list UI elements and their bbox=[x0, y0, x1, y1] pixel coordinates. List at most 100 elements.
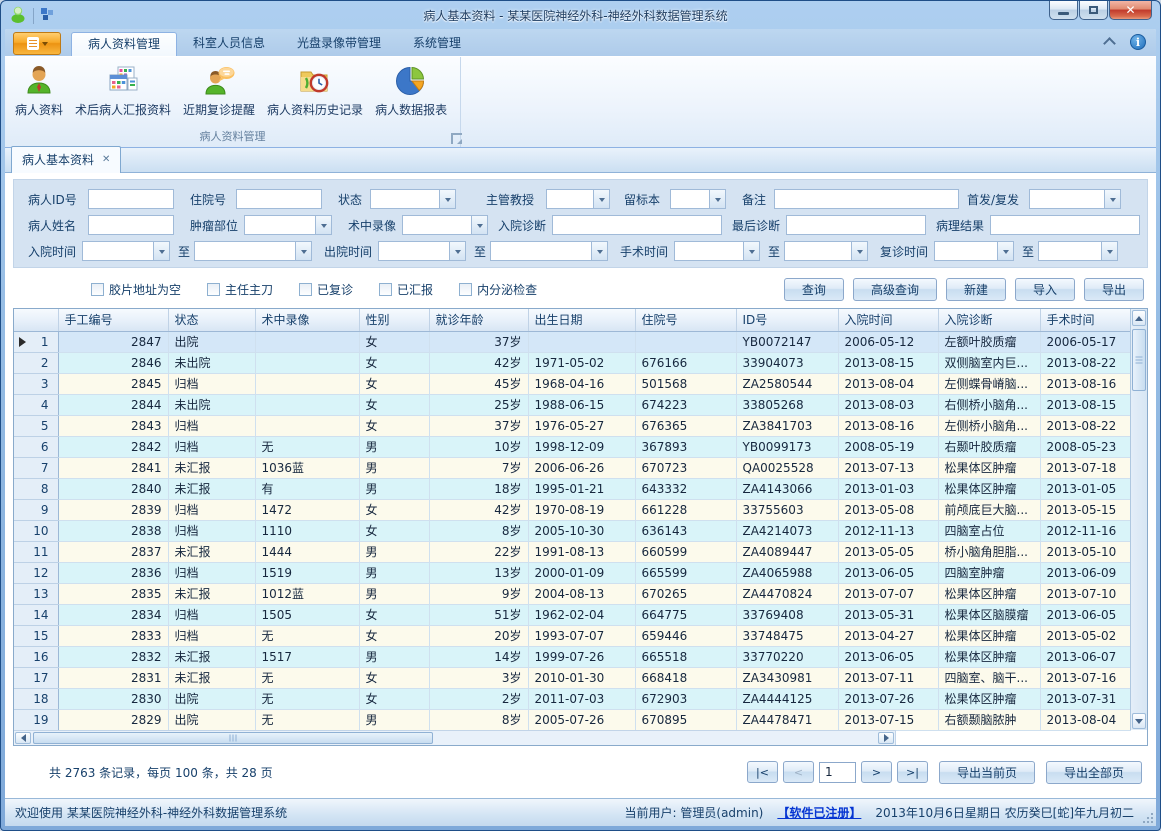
horizontal-scroll-thumb[interactable] bbox=[33, 732, 433, 744]
ribbon-button-patient-data[interactable]: 病人资料 bbox=[9, 60, 69, 120]
table-row[interactable]: 62842归档无男10岁1998-12-09367893YB0099173200… bbox=[14, 436, 1130, 457]
table-row[interactable]: 142834归档1505女51岁1962-02-0466477533769408… bbox=[14, 604, 1130, 625]
filter-input-patient-name[interactable] bbox=[88, 215, 174, 235]
table-row[interactable]: 92839归档1472女42岁1970-08-19661228337556032… bbox=[14, 499, 1130, 520]
dialog-launcher-icon[interactable] bbox=[451, 133, 462, 144]
table-row[interactable]: 192829出院无男8岁2005-07-26670895ZA4478471201… bbox=[14, 709, 1130, 730]
table-row[interactable]: 22846未出院女42岁1971-05-02676166339040732013… bbox=[14, 352, 1130, 373]
checkbox-reported[interactable]: 已汇报 bbox=[379, 281, 433, 298]
filter-combo-admission-date-to[interactable] bbox=[194, 241, 312, 261]
table-row[interactable]: 72841未汇报1036蓝男7岁2006-06-26670723QA002552… bbox=[14, 457, 1130, 478]
minimize-button[interactable] bbox=[1049, 1, 1078, 20]
cell: 未出院 bbox=[168, 352, 255, 373]
column-header[interactable]: 性别 bbox=[359, 309, 429, 331]
filter-input-admission-diagnosis[interactable] bbox=[552, 215, 722, 235]
filter-input-final-diagnosis[interactable] bbox=[786, 215, 926, 235]
ribbon-button-followup-reminder[interactable]: 近期复诊提醒 bbox=[177, 60, 261, 120]
table-row[interactable]: 132835未汇报1012蓝男9岁2004-08-13670265ZA44708… bbox=[14, 583, 1130, 604]
table-row[interactable]: 112837未汇报1444男22岁1991-08-13660599ZA40894… bbox=[14, 541, 1130, 562]
horizontal-scrollbar[interactable] bbox=[14, 730, 896, 745]
filter-combo-followup-date-from[interactable] bbox=[934, 241, 1014, 261]
ribbon-tab-disc-tape-management[interactable]: 光盘录像带管理 bbox=[281, 32, 397, 56]
license-link[interactable]: 【软件已注册】 bbox=[777, 804, 861, 821]
new-button[interactable]: 新建 bbox=[946, 278, 1006, 301]
resize-grip[interactable] bbox=[1143, 813, 1153, 823]
restore-button[interactable] bbox=[1079, 1, 1108, 20]
app-menu-button[interactable] bbox=[13, 32, 61, 55]
column-header[interactable]: 手术时间 bbox=[1040, 309, 1130, 331]
table-row[interactable]: 162832未汇报1517男14岁1999-07-266655183377022… bbox=[14, 646, 1130, 667]
app-logo-icon[interactable] bbox=[9, 5, 27, 27]
filter-input-hospital-no[interactable] bbox=[236, 189, 322, 209]
ribbon-tab-system-management[interactable]: 系统管理 bbox=[397, 32, 477, 56]
filter-combo-surgery-date-from[interactable] bbox=[674, 241, 760, 261]
filter-input-remark[interactable] bbox=[774, 189, 959, 209]
column-header[interactable]: 入院时间 bbox=[838, 309, 938, 331]
table-row[interactable]: 152833归档无女20岁1993-07-0765944633748475201… bbox=[14, 625, 1130, 646]
column-header[interactable]: 手工编号 bbox=[58, 309, 168, 331]
filter-combo-discharge-date-from[interactable] bbox=[378, 241, 466, 261]
column-header[interactable]: 出生日期 bbox=[528, 309, 635, 331]
first-page-button[interactable]: |< bbox=[747, 761, 778, 783]
row-indicator: 9 bbox=[14, 499, 58, 520]
column-header[interactable]: 住院号 bbox=[635, 309, 736, 331]
table-row[interactable]: 102838归档1110女8岁2005-10-30636143ZA4214073… bbox=[14, 520, 1130, 541]
filter-input-pathology-result[interactable] bbox=[990, 215, 1140, 235]
page-number-input[interactable] bbox=[819, 762, 856, 783]
next-page-button[interactable]: > bbox=[861, 761, 892, 783]
prev-page-button[interactable]: < bbox=[783, 761, 814, 783]
table-row[interactable]: 182830出院无女2岁2011-07-03672903ZA4444125201… bbox=[14, 688, 1130, 709]
layout-icon[interactable] bbox=[40, 7, 55, 26]
checkbox-film-address-empty[interactable]: 胶片地址为空 bbox=[91, 281, 181, 298]
export-current-page-button[interactable]: 导出当前页 bbox=[939, 761, 1035, 784]
import-button[interactable]: 导入 bbox=[1015, 278, 1075, 301]
scroll-left-icon[interactable] bbox=[15, 732, 31, 744]
filter-combo-specimen[interactable] bbox=[670, 189, 726, 209]
filter-combo-first-or-relapse[interactable] bbox=[1029, 189, 1121, 209]
collapse-ribbon-icon[interactable] bbox=[1104, 38, 1116, 46]
filter-combo-discharge-date-to[interactable] bbox=[490, 241, 608, 261]
scroll-right-icon[interactable] bbox=[878, 732, 894, 744]
filter-input-patient-id[interactable] bbox=[88, 189, 174, 209]
column-header[interactable]: ID号 bbox=[736, 309, 838, 331]
column-header[interactable]: 状态 bbox=[168, 309, 255, 331]
ribbon-button-patient-history-record[interactable]: 病人资料历史记录 bbox=[261, 60, 369, 120]
table-row[interactable]: 122836归档1519男13岁2000-01-09665599ZA406598… bbox=[14, 562, 1130, 583]
export-all-pages-button[interactable]: 导出全部页 bbox=[1046, 761, 1142, 784]
filter-combo-admission-date-from[interactable] bbox=[82, 241, 170, 261]
filter-combo-surgery-date-to[interactable] bbox=[784, 241, 868, 261]
advanced-query-button[interactable]: 高级查询 bbox=[853, 278, 937, 301]
table-row[interactable]: 172831未汇报无女3岁2010-01-30668418ZA343098120… bbox=[14, 667, 1130, 688]
column-header[interactable]: 入院诊断 bbox=[938, 309, 1040, 331]
checkbox-chief-surgeon[interactable]: 主任主刀 bbox=[207, 281, 273, 298]
table-row[interactable]: 52843归档女37岁1976-05-27676365ZA38417032013… bbox=[14, 415, 1130, 436]
table-row[interactable]: 82840未汇报有男18岁1995-01-21643332ZA414306620… bbox=[14, 478, 1130, 499]
checkbox-endocrine-exam[interactable]: 内分泌检查 bbox=[459, 281, 537, 298]
scroll-up-icon[interactable] bbox=[1132, 310, 1146, 326]
ribbon-button-postop-report-data[interactable]: 术后病人汇报资料 bbox=[69, 60, 177, 120]
export-button[interactable]: 导出 bbox=[1084, 278, 1144, 301]
vertical-scroll-thumb[interactable] bbox=[1132, 329, 1146, 391]
last-page-button[interactable]: >| bbox=[897, 761, 928, 783]
table-row[interactable]: 32845归档女45岁1968-04-16501568ZA25805442013… bbox=[14, 373, 1130, 394]
info-icon[interactable]: i bbox=[1130, 34, 1146, 50]
filter-combo-surgery-video[interactable] bbox=[402, 215, 488, 235]
filter-combo-professor[interactable] bbox=[546, 189, 610, 209]
filter-combo-tumor-site[interactable] bbox=[244, 215, 332, 235]
table-row[interactable]: 12847出院女37岁YB00721472006-05-12左额叶胶质瘤2006… bbox=[14, 331, 1130, 352]
filter-combo-followup-date-to[interactable] bbox=[1038, 241, 1118, 261]
scroll-down-icon[interactable] bbox=[1132, 713, 1146, 729]
ribbon-tab-department-staff-info[interactable]: 科室人员信息 bbox=[177, 32, 281, 56]
tab-close-icon[interactable]: ✕ bbox=[102, 154, 110, 165]
close-button[interactable]: ✕ bbox=[1109, 1, 1152, 20]
vertical-scrollbar[interactable] bbox=[1130, 309, 1147, 730]
query-button[interactable]: 查询 bbox=[784, 278, 844, 301]
filter-combo-status[interactable] bbox=[370, 189, 456, 209]
tab-patient-basic-info[interactable]: 病人基本资料 ✕ bbox=[11, 146, 121, 173]
column-header[interactable]: 就诊年龄 bbox=[429, 309, 528, 331]
column-header[interactable]: 术中录像 bbox=[255, 309, 359, 331]
ribbon-tab-patient-data-management[interactable]: 病人资料管理 bbox=[71, 32, 177, 56]
table-row[interactable]: 42844未出院女25岁1988-06-15674223338052682013… bbox=[14, 394, 1130, 415]
ribbon-button-patient-data-report[interactable]: 病人数据报表 bbox=[369, 60, 453, 120]
checkbox-followed-up[interactable]: 已复诊 bbox=[299, 281, 353, 298]
